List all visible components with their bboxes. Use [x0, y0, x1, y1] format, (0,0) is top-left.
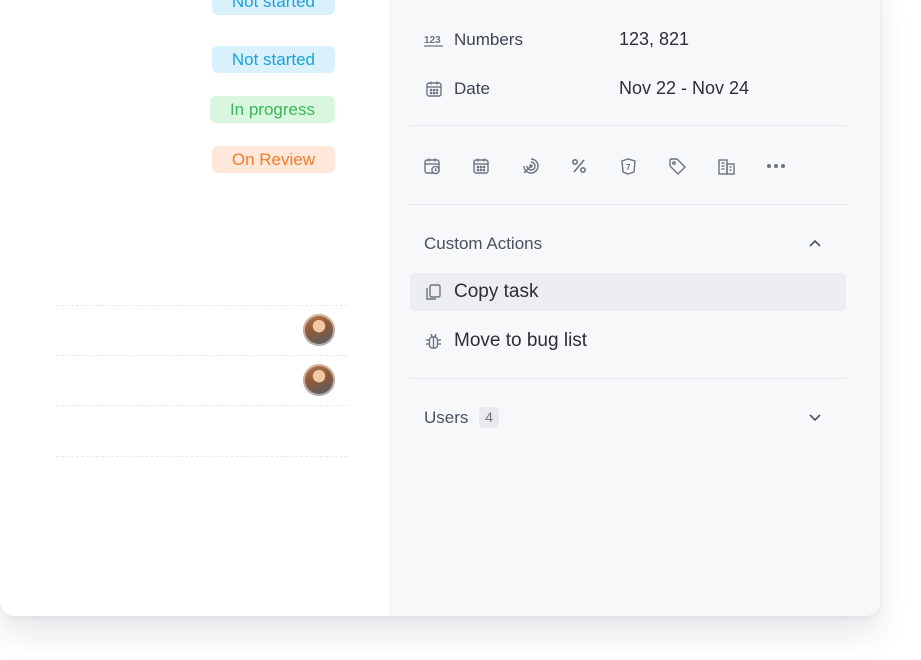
copy-task-label: Copy task [454, 281, 539, 302]
percent-icon[interactable] [561, 155, 610, 177]
avatar[interactable] [303, 364, 335, 396]
building-icon[interactable] [708, 155, 757, 177]
bug-icon [424, 331, 444, 351]
move-to-bug-list-action[interactable]: Move to bug list [410, 322, 846, 360]
row-divider [56, 355, 348, 356]
property-toolbar: 7 [414, 155, 806, 177]
chevron-up-icon[interactable] [806, 235, 824, 253]
chevron-down-icon[interactable] [806, 408, 824, 426]
divider [410, 378, 846, 379]
date-value[interactable]: Nov 22 - Nov 24 [619, 78, 749, 99]
card-icon[interactable]: 7 [610, 155, 659, 177]
row-divider [56, 305, 348, 306]
radar-icon[interactable] [512, 155, 561, 177]
date-property: Date [424, 77, 490, 101]
numbers-value[interactable]: 123, 821 [619, 29, 689, 50]
avatar[interactable] [303, 314, 335, 346]
copy-icon [424, 282, 444, 302]
calendar-clock-icon[interactable] [414, 155, 463, 177]
copy-task-action[interactable]: Copy task [410, 273, 846, 311]
numbers-icon: 123 [424, 30, 444, 50]
numbers-label: Numbers [454, 30, 523, 49]
divider [410, 125, 846, 126]
move-to-bug-list-label: Move to bug list [454, 330, 588, 351]
status-badge[interactable]: On Review [211, 146, 335, 173]
status-badge[interactable]: In progress [209, 96, 335, 123]
tag-icon[interactable] [659, 155, 708, 177]
users-title[interactable]: Users [424, 408, 468, 428]
numbers-property: 123 Numbers [424, 28, 523, 52]
more-icon[interactable] [757, 155, 806, 177]
calendar-icon [424, 79, 444, 99]
task-list-panel: Not started Not started In progress On R… [0, 0, 390, 616]
calendar-icon[interactable] [463, 155, 512, 177]
date-label: Date [454, 79, 490, 98]
divider [410, 204, 846, 205]
users-count-badge: 4 [479, 407, 499, 428]
status-badge[interactable]: Not started [211, 0, 335, 15]
row-divider [56, 405, 348, 406]
custom-actions-title[interactable]: Custom Actions [424, 234, 542, 254]
svg-text:7: 7 [626, 163, 631, 172]
status-badge[interactable]: Not started [211, 46, 335, 73]
svg-text:123: 123 [424, 35, 441, 46]
row-divider [56, 456, 348, 457]
